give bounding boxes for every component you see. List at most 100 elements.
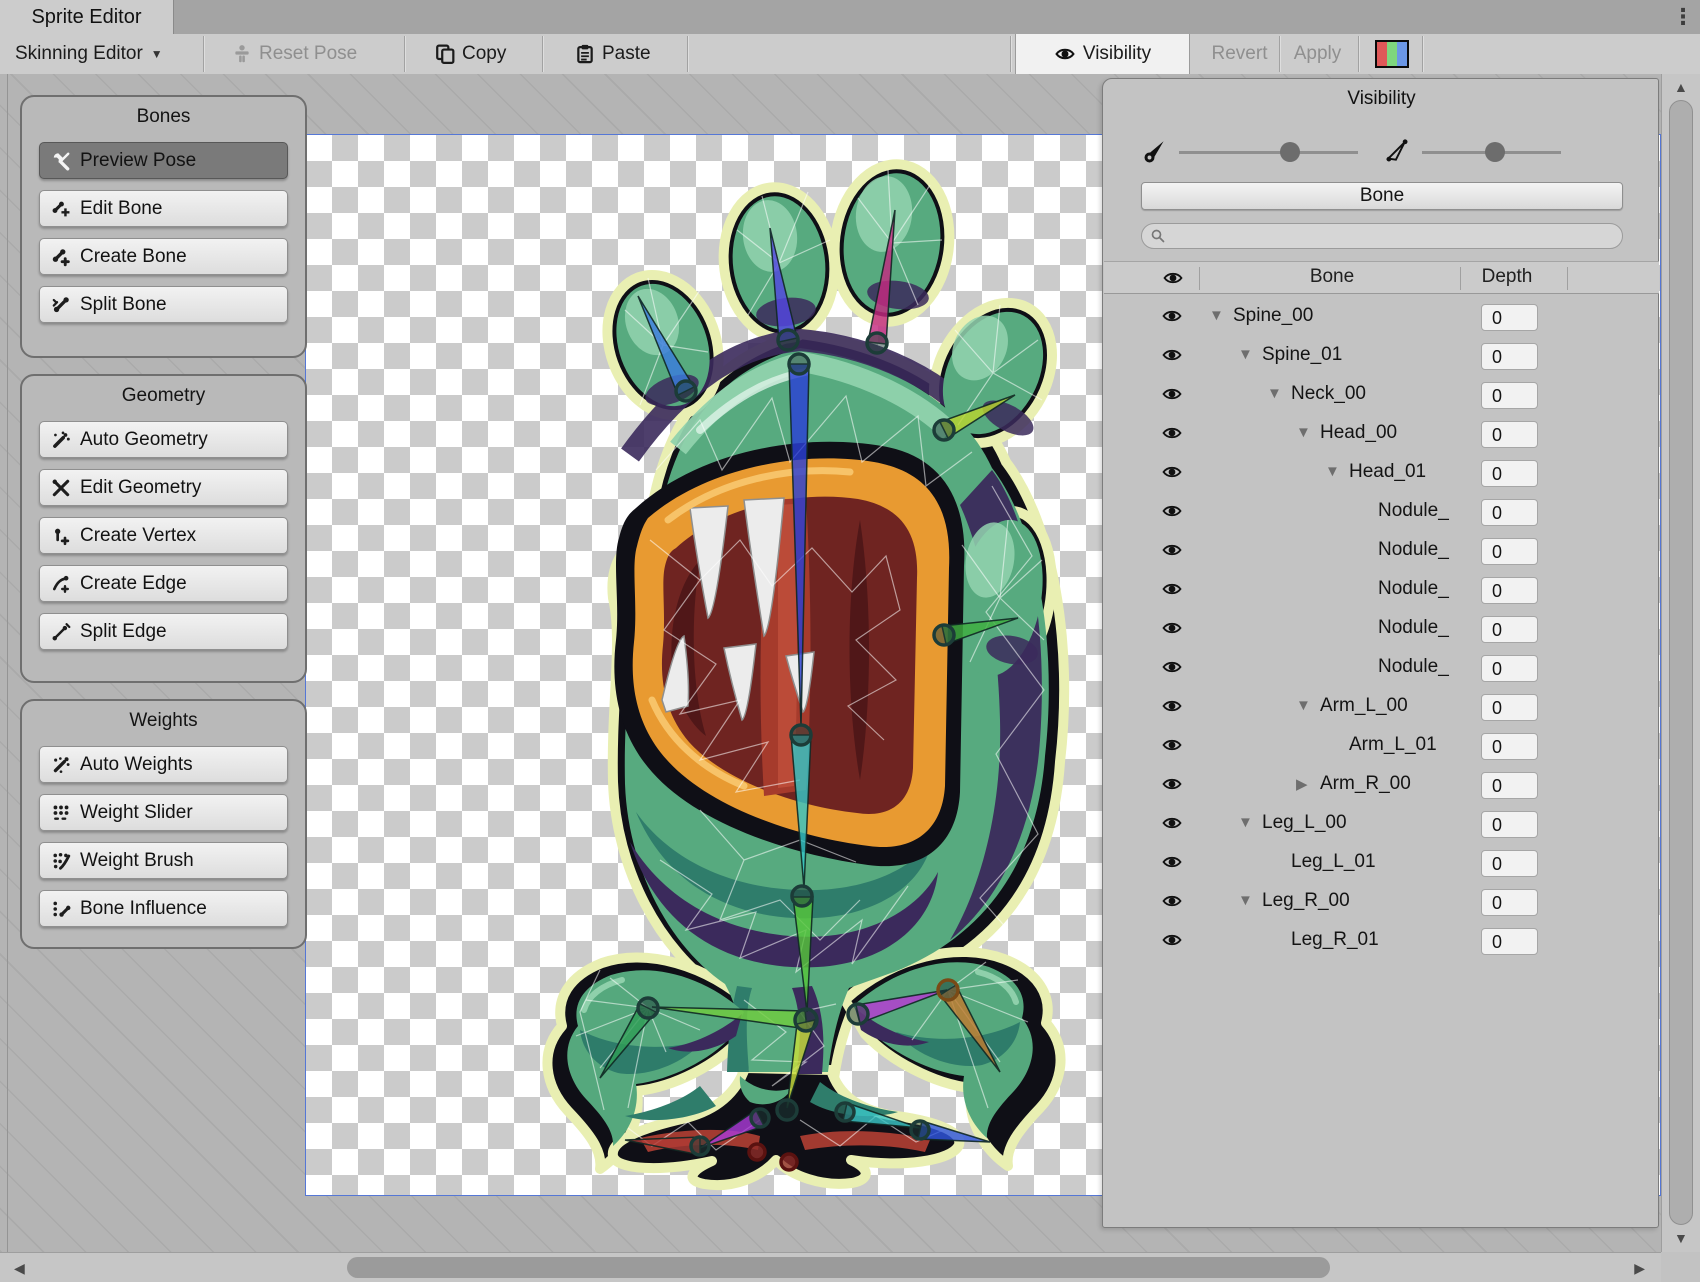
bone-tab-button[interactable]: Bone (1141, 182, 1623, 210)
eye-icon[interactable] (1159, 736, 1185, 754)
expand-triangle[interactable]: ▼ (1296, 424, 1311, 441)
bone-tree-row[interactable]: ▼ Spine_01 0 (1103, 337, 1660, 376)
expand-triangle[interactable]: ▼ (1238, 814, 1253, 831)
bone-name[interactable]: Nodule_ (1378, 617, 1449, 639)
bone-name[interactable]: Leg_L_00 (1262, 812, 1347, 834)
expand-triangle[interactable]: ▼ (1238, 892, 1253, 909)
bone-tree-row[interactable]: ▼ Head_01 0 (1103, 454, 1660, 493)
bone-name[interactable]: Nodule_ (1378, 578, 1449, 600)
eye-column-icon[interactable] (1160, 269, 1186, 287)
bone-tree-row[interactable]: ▼ Leg_L_00 0 (1103, 805, 1660, 844)
scroll-right-arrow-icon[interactable]: ▶ (1634, 1260, 1645, 1277)
bone-name[interactable]: Arm_L_01 (1349, 734, 1437, 756)
expand-triangle[interactable]: ▼ (1267, 385, 1282, 402)
split-edge-button[interactable]: Split Edge (39, 613, 288, 650)
eye-icon[interactable] (1159, 307, 1185, 325)
bone-tree-row[interactable]: ▶ Arm_R_00 0 (1103, 766, 1660, 805)
horizontal-scrollbar[interactable]: ◀ ▶ (0, 1252, 1661, 1282)
depth-column-header[interactable]: Depth (1464, 266, 1550, 288)
paste-button[interactable]: Paste (575, 34, 651, 74)
bone-tree-row[interactable]: ▼ Arm_L_00 0 (1103, 688, 1660, 727)
auto-geometry-button[interactable]: Auto Geometry (39, 421, 288, 458)
bone-tree-row[interactable]: Nodule_ 0 (1103, 610, 1660, 649)
mesh-opacity-slider-knob[interactable] (1485, 142, 1505, 162)
eye-icon[interactable] (1159, 697, 1185, 715)
depth-field[interactable]: 0 (1481, 343, 1538, 370)
vertical-scrollbar[interactable]: ▲ ▼ (1661, 74, 1700, 1252)
bone-name[interactable]: Nodule_ (1378, 539, 1449, 561)
depth-field[interactable]: 0 (1481, 928, 1538, 955)
bone-tree-row[interactable]: ▼ Head_00 0 (1103, 415, 1660, 454)
bone-name[interactable]: Neck_00 (1291, 383, 1366, 405)
auto-weights-button[interactable]: Auto Weights (39, 746, 288, 783)
depth-field[interactable]: 0 (1481, 889, 1538, 916)
reset-pose-button[interactable]: Reset Pose (232, 34, 357, 74)
create-vertex-button[interactable]: Create Vertex (39, 517, 288, 554)
eye-icon[interactable] (1159, 424, 1185, 442)
skinning-editor-dropdown[interactable]: Skinning Editor ▼ (15, 34, 163, 74)
preview-pose-button[interactable]: Preview Pose (39, 142, 288, 179)
bone-tree-row[interactable]: Leg_R_01 0 (1103, 922, 1660, 961)
depth-field[interactable]: 0 (1481, 811, 1538, 838)
depth-field[interactable]: 0 (1481, 655, 1538, 682)
eye-icon[interactable] (1159, 385, 1185, 403)
bone-tree-row[interactable]: Nodule_ 0 (1103, 493, 1660, 532)
expand-triangle[interactable]: ▼ (1238, 346, 1253, 363)
depth-field[interactable]: 0 (1481, 850, 1538, 877)
bone-tree-row[interactable]: ▼ Spine_00 0 (1103, 298, 1660, 337)
scroll-up-arrow-icon[interactable]: ▲ (1674, 79, 1688, 95)
eye-icon[interactable] (1159, 346, 1185, 364)
rgb-swatch-icon[interactable] (1375, 34, 1409, 74)
bone-column-header[interactable]: Bone (1232, 266, 1432, 288)
depth-field[interactable]: 0 (1481, 694, 1538, 721)
expand-triangle[interactable]: ▼ (1325, 463, 1340, 480)
bone-tree-row[interactable]: ▼ Neck_00 0 (1103, 376, 1660, 415)
eye-icon[interactable] (1159, 853, 1185, 871)
depth-field[interactable]: 0 (1481, 733, 1538, 760)
weight-brush-button[interactable]: Weight Brush (39, 842, 288, 879)
vertical-ellipsis-icon[interactable]: ⋮ (1672, 4, 1694, 30)
eye-icon[interactable] (1159, 892, 1185, 910)
bone-name[interactable]: Leg_R_01 (1291, 929, 1379, 951)
weight-slider-button[interactable]: Weight Slider (39, 794, 288, 831)
edit-geometry-button[interactable]: Edit Geometry (39, 469, 288, 506)
bone-tree-row[interactable]: Leg_L_01 0 (1103, 844, 1660, 883)
expand-triangle[interactable]: ▼ (1296, 697, 1311, 714)
bone-tree-row[interactable]: ▼ Leg_R_00 0 (1103, 883, 1660, 922)
scroll-left-arrow-icon[interactable]: ◀ (14, 1260, 25, 1277)
eye-icon[interactable] (1159, 619, 1185, 637)
bone-influence-button[interactable]: Bone Influence (39, 890, 288, 927)
eye-icon[interactable] (1159, 658, 1185, 676)
expand-triangle[interactable]: ▼ (1209, 307, 1224, 324)
create-bone-button[interactable]: Create Bone (39, 238, 288, 275)
eye-icon[interactable] (1159, 931, 1185, 949)
bone-name[interactable]: Nodule_ (1378, 656, 1449, 678)
depth-field[interactable]: 0 (1481, 577, 1538, 604)
bone-name[interactable]: Arm_L_00 (1320, 695, 1408, 717)
eye-icon[interactable] (1159, 814, 1185, 832)
bone-opacity-slider-knob[interactable] (1280, 142, 1300, 162)
depth-field[interactable]: 0 (1481, 421, 1538, 448)
bone-name[interactable]: Leg_L_01 (1291, 851, 1376, 873)
bone-name[interactable]: Spine_00 (1233, 305, 1313, 327)
eye-icon[interactable] (1159, 580, 1185, 598)
tab-sprite-editor[interactable]: Sprite Editor (0, 0, 174, 34)
eye-icon[interactable] (1159, 541, 1185, 559)
edit-bone-button[interactable]: Edit Bone (39, 190, 288, 227)
visibility-toggle-button[interactable]: Visibility (1015, 34, 1190, 74)
bone-name[interactable]: Arm_R_00 (1320, 773, 1411, 795)
revert-button[interactable]: Revert (1201, 34, 1278, 74)
bone-search-input[interactable] (1141, 223, 1623, 249)
eye-icon[interactable] (1159, 775, 1185, 793)
bone-tree-row[interactable]: Nodule_ 0 (1103, 571, 1660, 610)
eye-icon[interactable] (1159, 463, 1185, 481)
bone-opacity-slider-track[interactable] (1179, 151, 1358, 154)
depth-field[interactable]: 0 (1481, 304, 1538, 331)
eye-icon[interactable] (1159, 502, 1185, 520)
horizontal-scroll-thumb[interactable] (347, 1257, 1330, 1278)
split-bone-button[interactable]: Split Bone (39, 286, 288, 323)
create-edge-button[interactable]: Create Edge (39, 565, 288, 602)
bone-name[interactable]: Spine_01 (1262, 344, 1342, 366)
depth-field[interactable]: 0 (1481, 538, 1538, 565)
bone-tree-row[interactable]: Nodule_ 0 (1103, 649, 1660, 688)
